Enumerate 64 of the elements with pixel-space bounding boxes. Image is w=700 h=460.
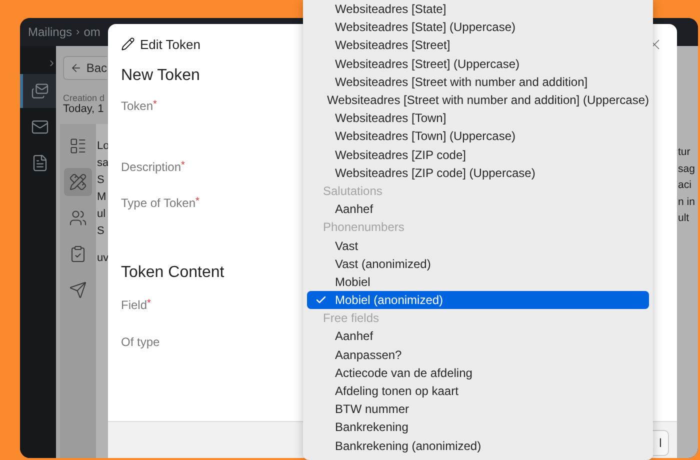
mail-icon: [30, 118, 48, 136]
body-text: ul: [97, 207, 106, 222]
dropdown-option[interactable]: BTW nummer: [307, 400, 649, 418]
body-text: sa: [97, 156, 109, 171]
arrow-left-icon: [70, 61, 82, 75]
body-text: tur: [678, 145, 690, 160]
dropdown-option[interactable]: Mobiel: [307, 272, 649, 291]
people-icon: [69, 209, 87, 227]
dropdown-option[interactable]: Vast (anonimized): [307, 254, 649, 273]
dropdown-option[interactable]: Actiecode van de afdeling: [307, 364, 649, 382]
dropdown-option[interactable]: Websiteadres [Town] (Uppercase): [307, 127, 649, 146]
creation-label: Creation d: [63, 93, 105, 103]
pencil-icon: [121, 37, 135, 51]
dropdown-option[interactable]: Websiteadres [Town]: [307, 109, 649, 128]
breadcrumb-item[interactable]: om: [84, 25, 100, 39]
creation-value: Today, 1: [63, 103, 104, 115]
section-heading: New Token: [121, 67, 200, 85]
dropdown-option[interactable]: Bankrekening: [307, 418, 649, 436]
send-icon: [69, 281, 87, 299]
dropdown-option[interactable]: Aanhef: [307, 327, 649, 346]
field-label: Description*: [121, 160, 185, 174]
clipboard-check-icon: [69, 245, 87, 263]
dropdown-option[interactable]: Websiteadres [Street]: [307, 36, 649, 55]
pencil-ruler-icon: [69, 173, 87, 191]
expand-chevron[interactable]: ›: [49, 54, 54, 72]
field-label: Field*: [121, 298, 151, 312]
field-label: Type of Token*: [121, 196, 200, 210]
body-text: aci: [678, 178, 692, 193]
body-text: sag: [678, 162, 695, 176]
dropdown-option[interactable]: Aanpassen?: [307, 346, 649, 364]
breadcrumb-separator: ›: [76, 26, 80, 38]
dropdown-option[interactable]: Afdeling tonen op kaart: [307, 382, 649, 400]
dropdown-option[interactable]: Websiteadres [ZIP code] (Uppercase): [307, 164, 649, 182]
document-icon: [30, 154, 48, 172]
body-text: uv: [97, 251, 109, 266]
dropdown-option[interactable]: Websiteadres [State] (Uppercase): [307, 18, 649, 36]
dropdown-option[interactable]: Websiteadres [ZIP code]: [307, 146, 649, 164]
body-text: S: [97, 224, 104, 239]
dropdown-option[interactable]: Vast: [307, 236, 649, 255]
body-text: n in: [678, 194, 695, 210]
dropdown-option[interactable]: Mobiel (anonimized): [307, 291, 649, 310]
breadcrumb-item[interactable]: Mailings: [28, 25, 72, 39]
tool-button[interactable]: [64, 168, 92, 196]
group-header: Phonenumbers: [322, 219, 406, 236]
field-label: Of type: [121, 335, 160, 349]
dropdown-option[interactable]: Bankrekening (anonimized): [307, 436, 649, 455]
modal-title: Edit Token: [140, 36, 200, 52]
group-header: Salutations: [322, 182, 384, 200]
body-text: ult: [678, 211, 690, 226]
body-text: M: [97, 190, 106, 205]
field-label: Token*: [121, 99, 157, 113]
body-text: S: [97, 173, 104, 188]
section-heading: Token Content: [121, 264, 224, 282]
dropdown-option[interactable]: Websiteadres [Street with number and addition]: [307, 72, 649, 91]
list-icon: [69, 137, 87, 155]
mail-stack-icon: [30, 82, 48, 100]
dropdown-option[interactable]: Websiteadres [Street] (Uppercase): [307, 54, 649, 73]
footer-button[interactable]: l: [653, 430, 669, 456]
sidebar-item[interactable]: [20, 74, 56, 108]
dropdown-option[interactable]: Aanhef: [307, 200, 649, 218]
dropdown-option[interactable]: Websiteadres [State]: [307, 0, 649, 18]
group-header: Free fields: [322, 310, 380, 328]
back-button[interactable]: Bac: [63, 56, 107, 80]
dropdown-option[interactable]: Websiteadres [Street with number and addition] (Uppercase): [307, 90, 649, 110]
